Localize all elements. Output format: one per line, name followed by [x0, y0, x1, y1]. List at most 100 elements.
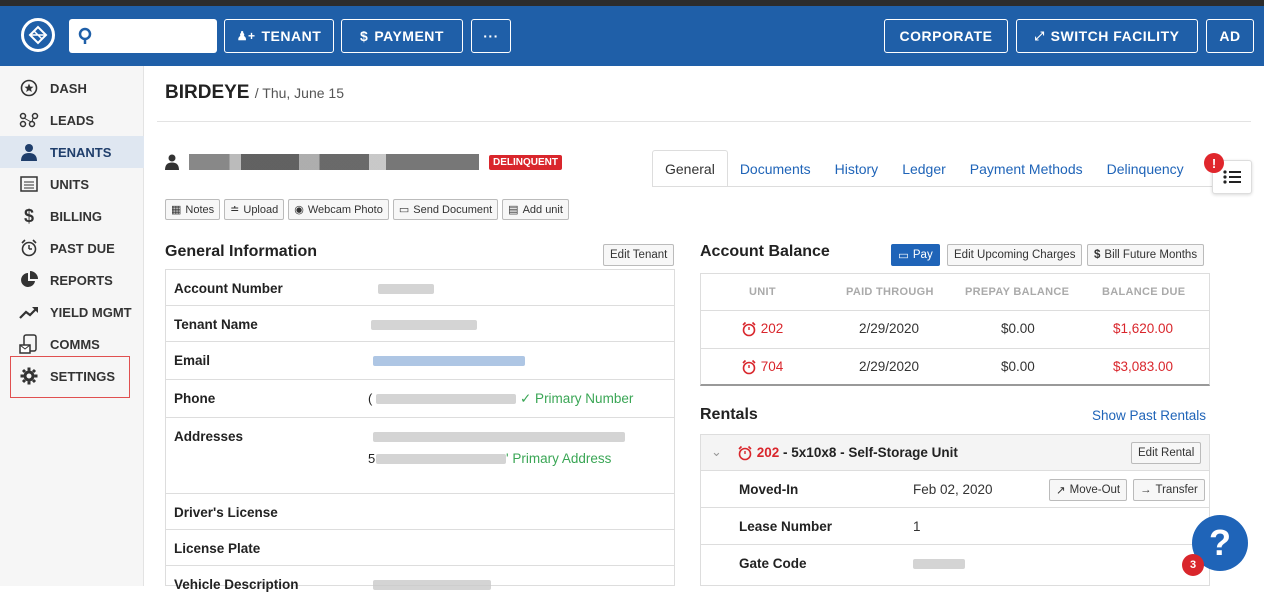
- edit-rental-label: Edit Rental: [1138, 447, 1195, 459]
- alarm-icon: [18, 239, 40, 257]
- sidebar-item-past-due[interactable]: PAST DUE: [0, 232, 144, 264]
- upcoming-label: Edit Upcoming Charges: [954, 249, 1076, 261]
- user-menu-button[interactable]: AD: [1206, 19, 1254, 53]
- general-info-title: General Information: [165, 243, 318, 260]
- unit-link[interactable]: 704: [741, 359, 783, 375]
- row-label: Addresses: [174, 429, 244, 444]
- send-document-button[interactable]: ▭ Send Document: [392, 199, 499, 220]
- app-logo-icon[interactable]: [21, 18, 55, 52]
- table-row: License Plate: [166, 530, 674, 566]
- table-row: Driver's License: [166, 494, 674, 530]
- unit-link[interactable]: 202: [741, 321, 783, 337]
- tab-ledger[interactable]: Ledger: [890, 150, 958, 187]
- table-row: Gate Code: [701, 545, 1209, 582]
- dollar-icon: $: [1094, 249, 1101, 261]
- move-out-button[interactable]: ↗ Move-Out: [1049, 479, 1128, 501]
- add-unit-button[interactable]: ▤ Add unit: [502, 199, 569, 220]
- transfer-label: Transfer: [1155, 484, 1198, 496]
- sidebar-item-leads[interactable]: LEADS: [0, 104, 144, 136]
- balance-due: $3,083.00: [1113, 359, 1174, 374]
- pay-button[interactable]: ▭ Pay: [891, 244, 940, 266]
- search-input[interactable]: [69, 19, 217, 53]
- sidebar-item-billing[interactable]: $ BILLING: [0, 200, 144, 232]
- account-balance-table: UNIT PAID THROUGH PREPAY BALANCE BALANCE…: [700, 273, 1210, 386]
- sidebar-item-yield-mgmt[interactable]: YIELD MGMT: [0, 296, 144, 328]
- column-header: BALANCE DUE: [1102, 286, 1186, 298]
- table-row: Phone ( ✓ Primary Number: [166, 380, 674, 418]
- upload-button[interactable]: ≐ Upload: [224, 199, 285, 220]
- more-label: ···: [483, 28, 499, 44]
- tab-payment-methods[interactable]: Payment Methods: [958, 150, 1095, 187]
- top-navbar: ♟+ TENANT $ PAYMENT ··· CORPORATE ⤢ SWIT…: [0, 0, 1264, 66]
- add-person-icon: ♟+: [236, 29, 256, 43]
- tenant-button-label: TENANT: [261, 28, 322, 44]
- show-past-rentals-link[interactable]: Show Past Rentals: [1092, 408, 1206, 423]
- redacted-value: [373, 580, 491, 590]
- notification-count-badge: 3: [1182, 554, 1204, 576]
- comms-icon: [18, 334, 40, 354]
- sidebar-item-label: COMMS: [50, 336, 100, 352]
- unit-number: 704: [760, 359, 784, 374]
- sidebar-item-label: YIELD MGMT: [50, 304, 132, 320]
- webcam-photo-button[interactable]: ◉ Webcam Photo: [288, 199, 389, 220]
- sidebar-item-reports[interactable]: REPORTS: [0, 264, 144, 296]
- sidebar-item-tenants[interactable]: TENANTS: [0, 136, 144, 168]
- row-label: License Plate: [174, 541, 261, 556]
- rentals-title: Rentals: [700, 406, 758, 423]
- tab-history[interactable]: History: [823, 150, 891, 187]
- tabs-divider: [652, 186, 1252, 187]
- transfer-button[interactable]: → Transfer: [1133, 479, 1205, 501]
- general-info-table: Account Number Tenant Name Email Phone (…: [165, 269, 675, 592]
- corporate-button[interactable]: CORPORATE: [884, 19, 1008, 53]
- arrow-up-right-icon: ↗: [1056, 485, 1066, 497]
- bill-future-months-button[interactable]: $ Bill Future Months: [1087, 244, 1205, 266]
- search-icon: [78, 27, 92, 44]
- corporate-label: CORPORATE: [899, 28, 993, 44]
- divider: [701, 310, 1209, 311]
- notes-button[interactable]: ▦ Notes: [165, 199, 221, 220]
- dollar-icon: $: [360, 28, 369, 44]
- camera-icon: ◉: [294, 204, 304, 216]
- more-button[interactable]: ···: [471, 19, 511, 53]
- tab-documents[interactable]: Documents: [728, 150, 823, 187]
- tenant-button[interactable]: ♟+ TENANT: [224, 19, 334, 53]
- switch-facility-label: SWITCH FACILITY: [1050, 28, 1180, 44]
- chevron-down-icon[interactable]: ⌄: [711, 444, 722, 460]
- send-document-label: Send Document: [413, 203, 493, 216]
- pay-label: Pay: [912, 249, 933, 261]
- sidebar-item-units[interactable]: UNITS: [0, 168, 144, 200]
- redacted-value: [373, 432, 625, 442]
- primary-address-label: ' Primary Address: [506, 451, 612, 466]
- switch-facility-button[interactable]: ⤢ SWITCH FACILITY: [1016, 19, 1198, 53]
- account-balance-title: Account Balance: [700, 243, 830, 260]
- edit-upcoming-charges-button[interactable]: Edit Upcoming Charges: [947, 244, 1083, 266]
- edit-rental-button[interactable]: Edit Rental: [1131, 442, 1202, 464]
- person-icon: [165, 154, 179, 170]
- tab-general[interactable]: General: [652, 150, 728, 187]
- lease-number: 1: [913, 519, 921, 534]
- edit-tenant-button[interactable]: Edit Tenant: [603, 244, 675, 266]
- unit-number: 202: [760, 321, 784, 336]
- paid-through: 2/29/2020: [859, 359, 920, 374]
- inbox-icon: ▭: [398, 204, 410, 216]
- rental-header[interactable]: ⌄ 202 - 5x10x8 - Self-Storage Unit Edit …: [701, 435, 1209, 471]
- arrow-right-icon: →: [1140, 484, 1152, 496]
- redacted-email-link[interactable]: [373, 356, 525, 366]
- row-label: Tenant Name: [174, 317, 258, 332]
- sidebar-item-label: DASH: [50, 80, 87, 96]
- sidebar-item-label: BILLING: [50, 208, 102, 224]
- alarm-icon: [742, 322, 756, 337]
- sidebar-item-dash[interactable]: DASH: [0, 72, 144, 104]
- sidebar-item-label: PAST DUE: [50, 240, 115, 256]
- row-label: Moved-In: [739, 482, 799, 497]
- payment-button[interactable]: $ PAYMENT: [341, 19, 463, 53]
- tenant-name-redacted: [189, 154, 479, 170]
- facility-name: BIRDEYE: [165, 82, 250, 103]
- paperclip-icon: ≐: [230, 204, 240, 216]
- trend-icon: [18, 305, 40, 319]
- tab-delinquency[interactable]: Delinquency: [1095, 150, 1196, 187]
- divider: [701, 348, 1209, 349]
- person-icon: [18, 143, 40, 161]
- table-row: Moved-In Feb 02, 2020 ↗ Move-Out → Transfe…: [701, 471, 1209, 508]
- dollar-icon: $: [23, 205, 34, 226]
